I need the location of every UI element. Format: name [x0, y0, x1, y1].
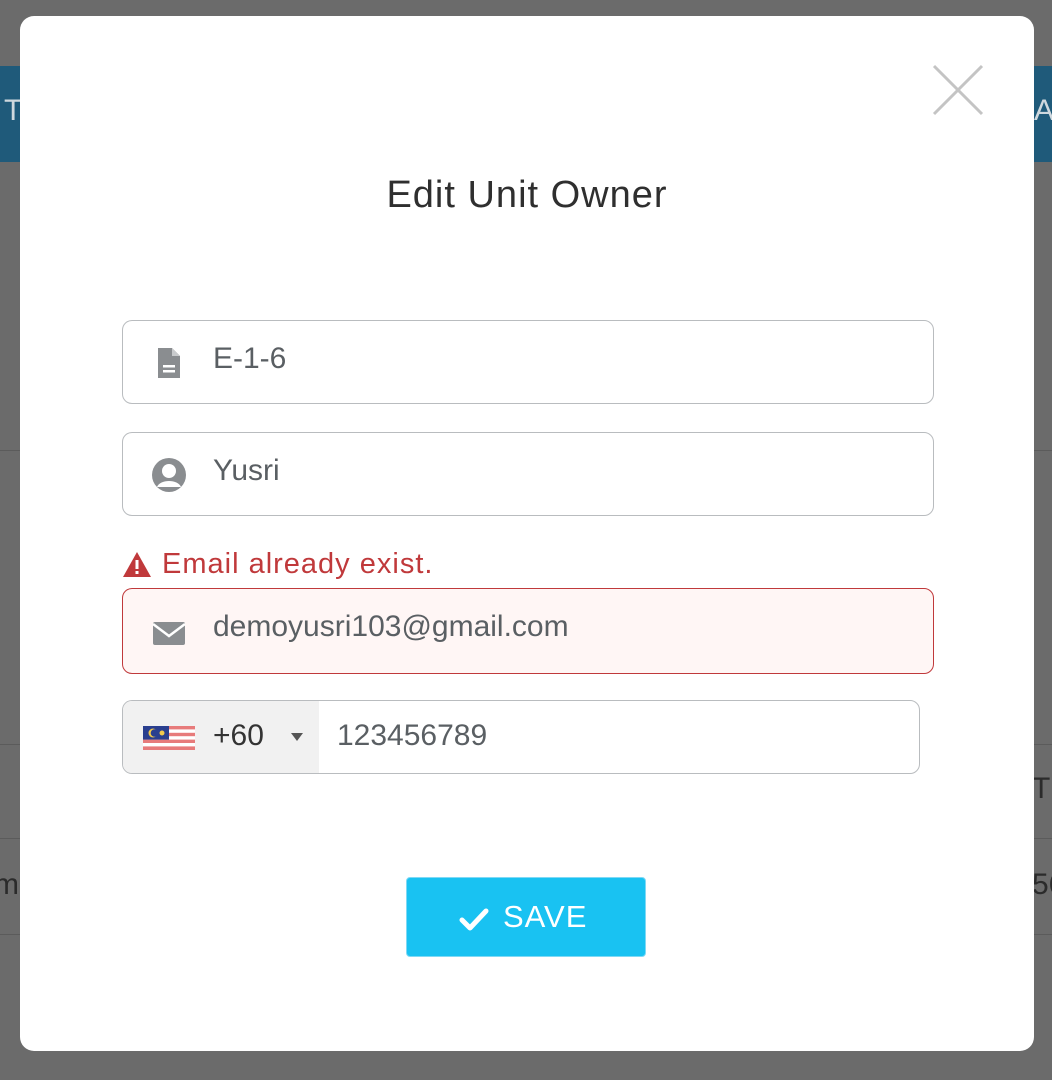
edit-unit-owner-modal: Edit Unit Owner E-1-6 Yusri Email alread…	[20, 16, 1034, 1051]
save-button[interactable]: SAVE	[406, 877, 646, 957]
dial-code: +60	[213, 719, 264, 752]
chevron-down-icon	[291, 733, 303, 741]
document-icon	[158, 348, 180, 378]
email-value: demoyusri103@gmail.com	[213, 610, 569, 643]
owner-name-field[interactable]: Yusri	[122, 432, 934, 516]
checkmark-icon	[459, 908, 489, 931]
email-field[interactable]: demoyusri103@gmail.com	[122, 588, 934, 674]
email-error-text: Email already exist.	[162, 548, 434, 580]
warning-triangle-icon	[123, 552, 151, 577]
background-cell-fragment: 56	[1032, 868, 1052, 901]
save-button-label: SAVE	[503, 899, 588, 934]
malaysia-flag-icon	[143, 726, 195, 750]
background-cell-fragment: T	[1032, 772, 1051, 805]
unit-field[interactable]: E-1-6	[122, 320, 934, 404]
unit-value: E-1-6	[213, 342, 287, 375]
modal-title: Edit Unit Owner	[386, 174, 668, 216]
phone-field: +60 123456789	[122, 700, 920, 774]
owner-name-value: Yusri	[213, 454, 280, 487]
background-header-fragment-right: A(	[1034, 94, 1052, 127]
country-code-selector[interactable]: +60	[123, 701, 319, 773]
envelope-icon	[152, 622, 186, 645]
background-cell-fragment: m	[0, 868, 19, 901]
close-x-icon	[932, 64, 984, 116]
phone-number-input[interactable]: 123456789	[337, 719, 487, 753]
close-button[interactable]	[928, 60, 988, 120]
user-circle-icon	[152, 458, 186, 492]
